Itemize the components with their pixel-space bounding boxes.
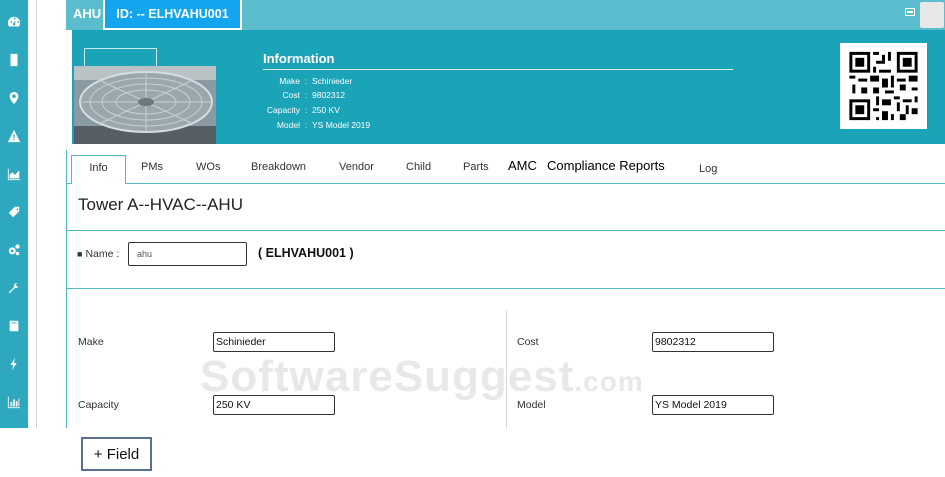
field-input-model[interactable] xyxy=(652,395,774,415)
asset-path-title: Tower A--HVAC--AHU xyxy=(78,195,243,214)
dashboard-icon[interactable] xyxy=(6,14,22,30)
cube-icon: ■ xyxy=(77,249,83,259)
field-label-cost: Cost xyxy=(517,336,539,348)
tab-log[interactable]: Log xyxy=(699,163,717,175)
info-value: YS Model 2019 xyxy=(312,120,371,130)
book-icon[interactable] xyxy=(6,318,22,334)
left-padding xyxy=(37,0,66,428)
location-pin-icon[interactable] xyxy=(6,90,22,106)
asset-photo xyxy=(74,66,216,144)
watermark: SoftwareSuggest.com xyxy=(200,352,644,402)
add-field-button[interactable]: + Field xyxy=(81,437,152,471)
tab-parts[interactable]: Parts xyxy=(463,161,489,173)
gutter xyxy=(28,0,36,428)
gears-icon[interactable] xyxy=(6,242,22,258)
field-input-make[interactable] xyxy=(213,332,335,352)
info-value: Schinieder xyxy=(312,76,353,86)
section-divider xyxy=(66,230,945,231)
section-divider xyxy=(66,288,945,289)
field-label-make: Make xyxy=(78,336,104,348)
tab-wos[interactable]: WOs xyxy=(196,161,220,173)
field-input-cost[interactable] xyxy=(652,332,774,352)
watermark-suffix: .com xyxy=(574,366,644,397)
info-key: Capacity xyxy=(266,105,300,115)
tab-compliance-reports[interactable]: Compliance Reports xyxy=(547,158,665,173)
tab-vendor[interactable]: Vendor xyxy=(339,161,374,173)
info-key: Make xyxy=(279,76,300,86)
info-value: 9802312 xyxy=(312,90,346,100)
warning-icon[interactable] xyxy=(6,128,22,144)
tab-amc[interactable]: AMC xyxy=(508,158,537,173)
lightning-icon[interactable] xyxy=(6,356,22,372)
avatar[interactable] xyxy=(920,2,944,28)
asset-type-title: AHU xyxy=(73,6,102,21)
image-frame xyxy=(84,48,157,66)
wrench-icon[interactable] xyxy=(6,280,22,296)
name-label-text: Name : xyxy=(85,248,120,260)
asset-code: ( ELHVAHU001 ) xyxy=(258,246,354,260)
info-row-capacity: Capacity: 250 KV xyxy=(262,105,340,115)
asset-id-badge: ID: -- ELHVAHU001 xyxy=(103,0,242,30)
name-label: ■ Name : xyxy=(77,248,119,260)
sidebar xyxy=(0,0,28,428)
info-key: Model xyxy=(276,120,300,130)
building-icon[interactable] xyxy=(6,52,22,68)
info-row-cost: Cost: 9802312 xyxy=(262,90,346,100)
info-row-model: Model: YS Model 2019 xyxy=(262,120,370,130)
area-chart-icon[interactable] xyxy=(6,166,22,182)
qr-code[interactable] xyxy=(840,43,927,129)
tab-breakdown[interactable]: Breakdown xyxy=(251,161,306,173)
info-value: 250 KV xyxy=(312,105,340,115)
bar-chart-icon[interactable] xyxy=(6,394,22,410)
window-icon[interactable] xyxy=(905,8,915,16)
field-label-capacity: Capacity xyxy=(78,399,119,411)
info-divider xyxy=(263,69,733,70)
info-row-make: Make: Schinieder xyxy=(262,76,352,86)
info-key: Cost xyxy=(282,90,300,100)
tab-pms[interactable]: PMs xyxy=(141,161,163,173)
tab-info[interactable]: Info xyxy=(71,155,126,185)
info-title: Information xyxy=(263,51,335,66)
name-input[interactable] xyxy=(128,242,247,266)
tag-icon[interactable] xyxy=(6,204,22,220)
watermark-text: SoftwareSuggest xyxy=(200,352,575,401)
tab-child[interactable]: Child xyxy=(406,161,431,173)
